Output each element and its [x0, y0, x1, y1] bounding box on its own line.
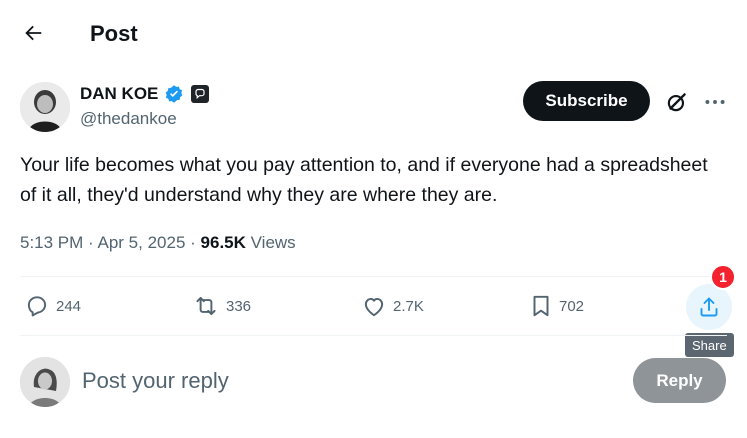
author-handle[interactable]: @thedankoe	[80, 108, 177, 130]
grok-icon[interactable]	[664, 89, 690, 115]
divider-bottom	[20, 335, 727, 336]
reply-icon	[27, 296, 47, 317]
user-avatar[interactable]	[20, 357, 70, 407]
author-name[interactable]: DAN KOE	[80, 83, 158, 105]
repost-action[interactable]: 336	[192, 293, 251, 319]
reply-action[interactable]: 244	[24, 293, 81, 319]
notification-badge: 1	[710, 264, 736, 290]
bookmark-count: 702	[559, 297, 585, 315]
back-button[interactable]	[20, 20, 46, 46]
post-meta: 5:13 PM · Apr 5, 2025 · 96.5K Views	[20, 233, 296, 252]
page-title: Post	[90, 21, 138, 46]
more-horizontal-icon[interactable]	[702, 89, 728, 115]
views-label: Views	[250, 233, 296, 252]
heart-icon	[364, 297, 384, 317]
bookmark-action[interactable]: 702	[529, 293, 584, 319]
share-tooltip: Share	[685, 333, 734, 357]
verified-badge-icon[interactable]	[164, 84, 184, 104]
post-date[interactable]: Apr 5, 2025	[98, 233, 186, 252]
share-icon	[700, 297, 718, 317]
chat-badge-icon[interactable]	[190, 84, 210, 104]
arrow-left-icon	[25, 25, 42, 41]
like-action[interactable]: 2.7K	[361, 293, 424, 319]
like-count: 2.7K	[393, 297, 424, 315]
repost-icon	[196, 296, 216, 316]
post-time[interactable]: 5:13 PM	[20, 233, 83, 252]
divider-top	[20, 276, 727, 277]
repost-count: 336	[226, 297, 252, 315]
subscribe-button[interactable]: Subscribe	[523, 81, 650, 121]
post-text: Your life becomes what you pay attention…	[20, 154, 708, 206]
author-name-row[interactable]: DAN KOE	[80, 83, 210, 105]
author-avatar[interactable]	[20, 82, 70, 132]
reply-button[interactable]: Reply	[633, 358, 726, 403]
views-count: 96.5K	[200, 233, 246, 252]
share-button[interactable]	[686, 284, 732, 330]
bookmark-icon	[533, 295, 549, 317]
reply-input[interactable]: Post your reply	[82, 366, 229, 396]
reply-count: 244	[56, 297, 82, 315]
